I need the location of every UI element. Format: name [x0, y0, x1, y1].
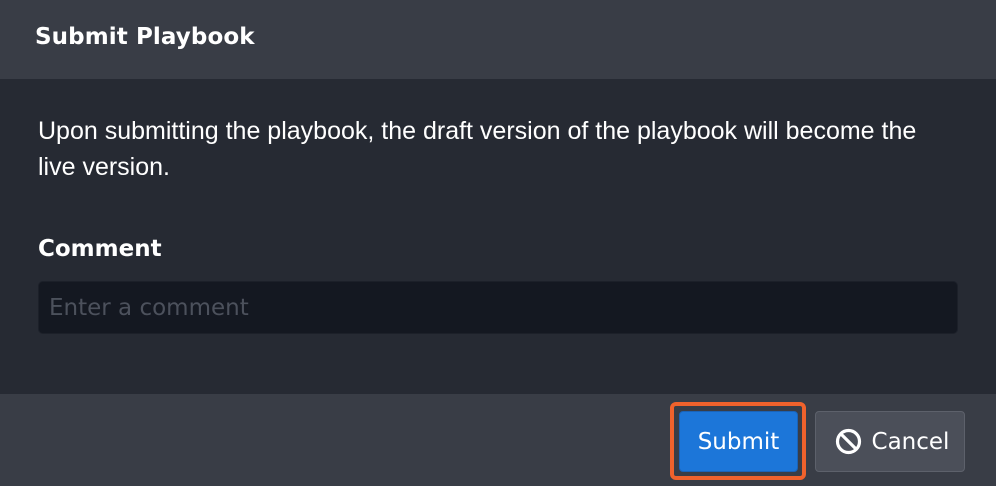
- comment-input[interactable]: [38, 281, 958, 334]
- dialog-body: Upon submitting the playbook, the draft …: [0, 79, 996, 394]
- cancel-circle-slash-icon: [835, 428, 862, 455]
- dialog-title: Submit Playbook: [35, 24, 255, 50]
- cancel-button[interactable]: Cancel: [815, 411, 965, 472]
- cancel-button-label: Cancel: [871, 428, 950, 455]
- submit-button[interactable]: Submit: [679, 411, 798, 472]
- dialog-footer: Submit Cancel: [0, 394, 996, 486]
- submit-playbook-dialog: Submit Playbook Upon submitting the play…: [0, 0, 996, 486]
- dialog-message: Upon submitting the playbook, the draft …: [38, 117, 917, 181]
- comment-label: Comment: [38, 236, 162, 262]
- dialog-header: Submit Playbook: [0, 0, 996, 79]
